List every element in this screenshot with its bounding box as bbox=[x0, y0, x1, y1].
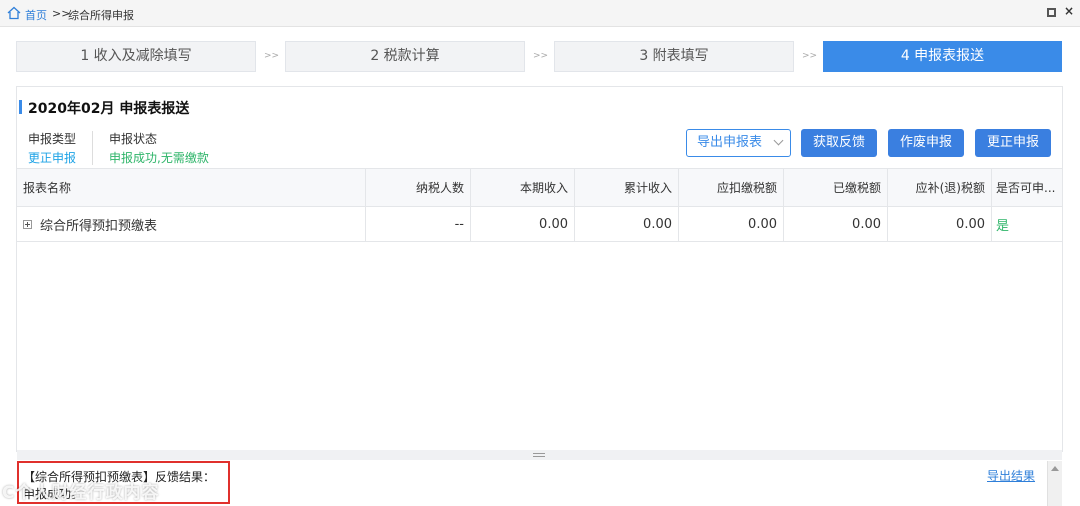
column-header-taxpayers[interactable]: 纳税人数 bbox=[366, 169, 471, 206]
row-tax-due: 0.00 bbox=[888, 207, 992, 241]
export-report-dropdown[interactable]: 导出申报表 bbox=[686, 129, 791, 157]
correct-report-button[interactable]: 更正申报 bbox=[975, 129, 1051, 157]
home-icon[interactable] bbox=[7, 6, 21, 20]
step-income-deduction[interactable]: 1 收入及减除填写 bbox=[16, 41, 256, 72]
void-report-button[interactable]: 作废申报 bbox=[888, 129, 964, 157]
column-header-can-apply[interactable]: 是否可申... bbox=[992, 169, 1062, 206]
column-header-tax-withheld[interactable]: 应扣缴税额 bbox=[679, 169, 784, 206]
maximize-icon[interactable] bbox=[1047, 8, 1056, 17]
row-report-name-cell: 综合所得预扣预缴表 bbox=[17, 207, 366, 241]
row-tax-withheld: 0.00 bbox=[679, 207, 784, 241]
splitter-grip-icon[interactable] bbox=[533, 453, 545, 457]
breadcrumb-home-link[interactable]: 首页 bbox=[25, 7, 47, 23]
report-type-label: 申报类型 bbox=[28, 132, 77, 146]
export-result-link[interactable]: 导出结果 bbox=[987, 467, 1035, 484]
watermark: C个人财经行政内容 bbox=[2, 483, 160, 503]
column-header-report-name[interactable]: 报表名称 bbox=[17, 169, 366, 206]
export-report-label: 导出申报表 bbox=[697, 135, 763, 150]
step-report-submit[interactable]: 4 申报表报送 bbox=[823, 41, 1062, 72]
table-header: 报表名称 纳税人数 本期收入 累计收入 应扣缴税额 已缴税额 应补(退)税额 是… bbox=[17, 168, 1062, 207]
page-title: 2020年02月 申报表报送 bbox=[28, 101, 190, 117]
step-arrow: >> bbox=[533, 51, 549, 61]
table-row[interactable]: 综合所得预扣预缴表 -- 0.00 0.00 0.00 0.00 0.00 是 bbox=[17, 207, 1062, 242]
get-feedback-button[interactable]: 获取反馈 bbox=[801, 129, 877, 157]
column-header-tax-paid[interactable]: 已缴税额 bbox=[784, 169, 888, 206]
row-cumulative-income: 0.00 bbox=[575, 207, 679, 241]
top-bar: 首页 >> 综合所得申报 × bbox=[0, 0, 1080, 27]
report-status-label: 申报状态 bbox=[109, 132, 158, 146]
column-header-current-income[interactable]: 本期收入 bbox=[471, 169, 575, 206]
expand-icon[interactable] bbox=[23, 219, 32, 229]
scroll-up-icon[interactable] bbox=[1051, 466, 1059, 471]
title-accent bbox=[19, 100, 22, 114]
step-schedule-fill[interactable]: 3 附表填写 bbox=[554, 41, 794, 72]
chevron-down-icon bbox=[773, 135, 784, 146]
step-tax-calculation[interactable]: 2 税款计算 bbox=[285, 41, 525, 72]
row-current-income: 0.00 bbox=[471, 207, 575, 241]
close-icon[interactable]: × bbox=[1064, 5, 1074, 17]
breadcrumb-current: 综合所得申报 bbox=[68, 9, 134, 22]
step-arrow: >> bbox=[802, 51, 818, 61]
step-arrow: >> bbox=[264, 51, 280, 61]
column-header-tax-due[interactable]: 应补(退)税额 bbox=[888, 169, 992, 206]
row-taxpayers: -- bbox=[366, 207, 471, 241]
column-header-cumulative-income[interactable]: 累计收入 bbox=[575, 169, 679, 206]
row-report-name: 综合所得预扣预缴表 bbox=[40, 218, 158, 234]
row-can-apply: 是 bbox=[996, 218, 1010, 234]
row-tax-paid: 0.00 bbox=[784, 207, 888, 241]
divider bbox=[92, 131, 93, 165]
report-type-value[interactable]: 更正申报 bbox=[28, 149, 76, 166]
report-status-value: 申报成功,无需缴款 bbox=[109, 151, 209, 165]
